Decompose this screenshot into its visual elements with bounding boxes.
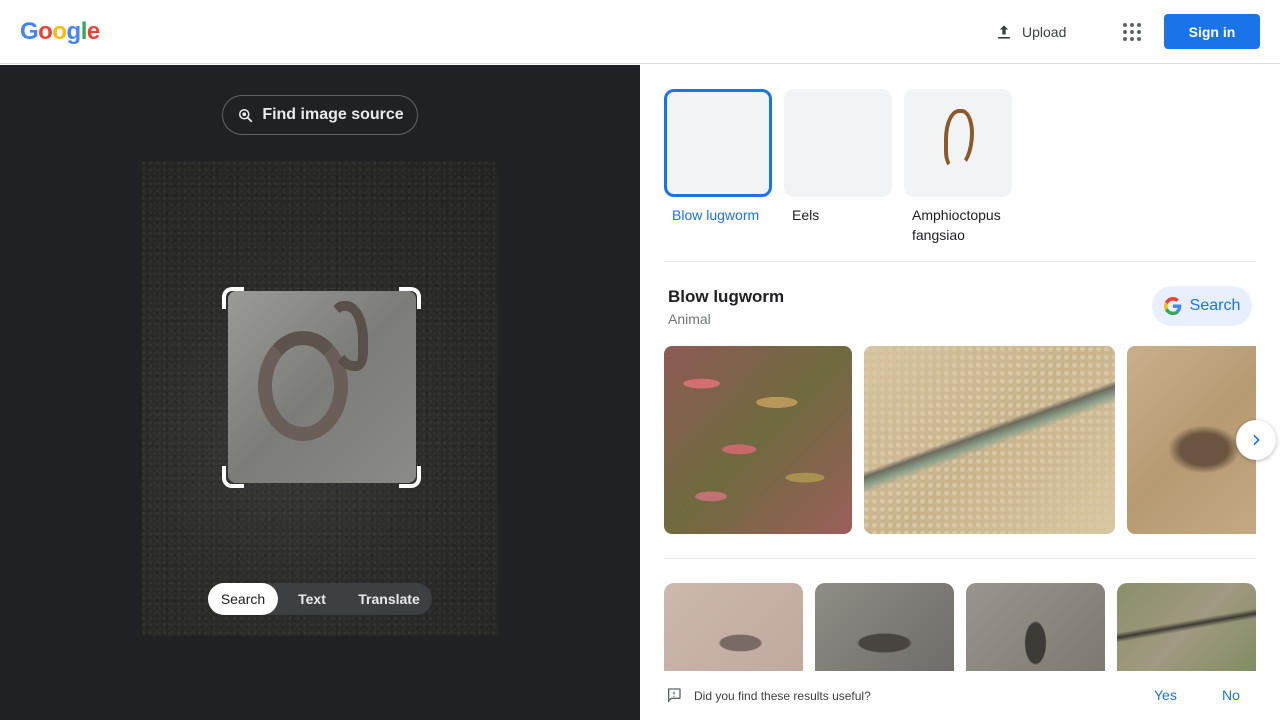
- chip-thumbnail: [904, 89, 1012, 197]
- feedback-yes-button[interactable]: Yes: [1154, 687, 1177, 703]
- divider: [664, 558, 1256, 559]
- crop-handle-top-left[interactable]: [222, 287, 244, 309]
- upload-label: Upload: [1022, 24, 1067, 40]
- logo-letter: o: [52, 18, 67, 45]
- feedback-no-button[interactable]: No: [1222, 687, 1240, 703]
- crop-handle-top-right[interactable]: [399, 287, 421, 309]
- entity-title[interactable]: Blow lugworm: [668, 287, 784, 307]
- gallery-image[interactable]: [664, 346, 852, 534]
- tab-translate[interactable]: Translate: [346, 583, 432, 615]
- image-search-icon: [239, 109, 253, 123]
- visual-match-image[interactable]: [815, 583, 954, 671]
- visual-matches-grid: [664, 583, 1256, 671]
- chip-eels[interactable]: Eels: [784, 89, 892, 245]
- feedback-bar: Did you find these results useful? Yes N…: [640, 671, 1280, 720]
- chip-label: Eels: [792, 207, 820, 223]
- results-panel: Blow lugworm Eels Amphioctopus fangsiao …: [640, 65, 1280, 720]
- source-image: [142, 161, 498, 636]
- crop-handle-bottom-left[interactable]: [222, 466, 244, 488]
- image-gallery: [664, 346, 1256, 534]
- feedback-question: Did you find these results useful?: [694, 689, 871, 703]
- divider: [664, 261, 1256, 262]
- visual-match-image[interactable]: [1117, 583, 1256, 671]
- header: Google Upload Sign in: [0, 0, 1280, 64]
- chip-blow-lugworm[interactable]: Blow lugworm: [664, 89, 772, 245]
- google-logo[interactable]: Google: [20, 18, 100, 46]
- chip-label: Blow lugworm: [672, 207, 760, 223]
- chip-label: Amphioctopus fangsiao: [912, 207, 1001, 243]
- crop-selection[interactable]: [228, 291, 416, 483]
- gallery-image[interactable]: [864, 346, 1115, 534]
- visual-match-image[interactable]: [664, 583, 803, 671]
- google-apps-button[interactable]: [1116, 16, 1148, 48]
- gallery-next-button[interactable]: [1236, 420, 1276, 460]
- feedback-icon: [667, 688, 681, 703]
- source-image-panel: Find image source Search Text Translate: [0, 65, 640, 720]
- chip-thumbnail: [664, 89, 772, 197]
- google-g-icon: [1163, 297, 1181, 315]
- find-image-source-label: Find image source: [262, 106, 404, 123]
- logo-letter: G: [20, 18, 39, 45]
- upload-icon: [998, 25, 1010, 39]
- mode-tabs: Search Text Translate: [208, 583, 432, 615]
- logo-letter: g: [66, 18, 82, 45]
- logo-letter: o: [38, 18, 53, 45]
- tab-search[interactable]: Search: [208, 583, 278, 615]
- entity-search-label: Search: [1189, 297, 1241, 314]
- sign-in-button[interactable]: Sign in: [1164, 14, 1260, 49]
- chip-thumbnail: [784, 89, 892, 197]
- entity-chips: Blow lugworm Eels Amphioctopus fangsiao: [664, 89, 1012, 245]
- entity-subtitle: Animal: [668, 311, 711, 327]
- crop-handle-bottom-right[interactable]: [399, 466, 421, 488]
- chip-amphioctopus-fangsiao[interactable]: Amphioctopus fangsiao: [904, 89, 1012, 245]
- tab-text[interactable]: Text: [278, 583, 346, 615]
- chevron-right-icon: [1253, 434, 1260, 446]
- entity-search-button[interactable]: Search: [1152, 286, 1252, 326]
- upload-button[interactable]: Upload: [984, 16, 1076, 48]
- find-image-source-button[interactable]: Find image source: [222, 95, 418, 135]
- logo-letter: e: [86, 18, 100, 45]
- apps-grid-icon: [1123, 23, 1141, 41]
- visual-match-image[interactable]: [966, 583, 1105, 671]
